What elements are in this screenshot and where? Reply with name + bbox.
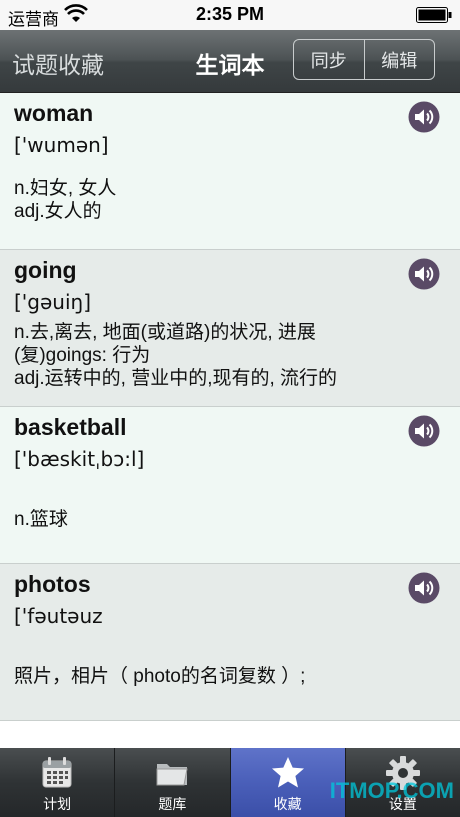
speaker-icon[interactable] <box>408 415 440 447</box>
definition-line: n.妇女, 女人 <box>14 178 117 199</box>
definition-line: adj.运转中的, 营业中的,现有的, 流行的 <box>14 368 338 389</box>
word-definitions: n.妇女, 女人 adj.女人的 <box>14 177 116 223</box>
word-phonetic: ['bæskitˌbɔ:l] <box>14 447 145 471</box>
sync-button[interactable]: 同步 <box>294 40 364 79</box>
word-phonetic: ['gəuiŋ] <box>14 290 92 314</box>
word-card[interactable]: going ['gəuiŋ] n.去,离去, 地面(或道路)的状况, 进展 (复… <box>0 250 460 407</box>
nav-bar: 试题收藏 生词本 同步 编辑 <box>0 30 460 93</box>
word-card[interactable]: basketball ['bæskitˌbɔ:l] n.篮球 <box>0 407 460 564</box>
word-title: woman <box>14 100 94 126</box>
tab-plan[interactable]: 计划 <box>0 748 116 817</box>
word-phonetic: ['wumən] <box>14 133 109 157</box>
word-title: photos <box>14 571 91 597</box>
word-title: basketball <box>14 414 127 440</box>
word-definitions: 照片，相片（ photo的名词复数 ）; <box>14 665 305 688</box>
tab-label: 题库 <box>158 796 187 812</box>
definition-line: (复)goings: 行为 <box>14 345 151 366</box>
watermark: ITMOP.COM <box>329 778 454 803</box>
tab-library[interactable]: 题库 <box>115 748 231 817</box>
definition-line: 照片，相片（ photo的名词复数 ）; <box>14 666 306 687</box>
star-icon <box>271 757 304 788</box>
word-card[interactable]: woman ['wumən] n.妇女, 女人 adj.女人的 <box>0 93 460 250</box>
battery-icon <box>416 7 452 23</box>
speaker-icon[interactable] <box>408 258 440 290</box>
status-bar: 运营商 2:35 PM <box>0 0 460 30</box>
folder-icon <box>156 764 188 786</box>
word-phonetic: ['fəutəuz <box>14 604 103 628</box>
definition-line: adj.女人的 <box>14 201 102 222</box>
word-definitions: n.篮球 <box>14 508 68 531</box>
edit-button[interactable]: 编辑 <box>363 40 435 79</box>
word-list: woman ['wumən] n.妇女, 女人 adj.女人的 going ['… <box>0 93 460 721</box>
definition-line: n.篮球 <box>14 509 68 530</box>
word-title: going <box>14 257 77 283</box>
word-card[interactable]: photos ['fəutəuz 照片，相片（ photo的名词复数 ）; <box>0 564 460 721</box>
nav-left-label[interactable]: 试题收藏 <box>12 46 104 80</box>
clock: 2:35 PM <box>195 4 265 24</box>
definition-line: n.去,离去, 地面(或道路)的状况, 进展 <box>14 322 316 343</box>
speaker-icon[interactable] <box>408 572 440 604</box>
calendar-icon <box>42 757 72 788</box>
tab-label: 收藏 <box>273 796 302 812</box>
segmented-control: 同步 编辑 <box>293 39 435 80</box>
word-definitions: n.去,离去, 地面(或道路)的状况, 进展 (复)goings: 行为 adj… <box>14 321 337 390</box>
tab-favorites[interactable]: 收藏 <box>230 748 346 817</box>
speaker-icon[interactable] <box>408 101 440 133</box>
tab-label: 计划 <box>43 796 72 812</box>
